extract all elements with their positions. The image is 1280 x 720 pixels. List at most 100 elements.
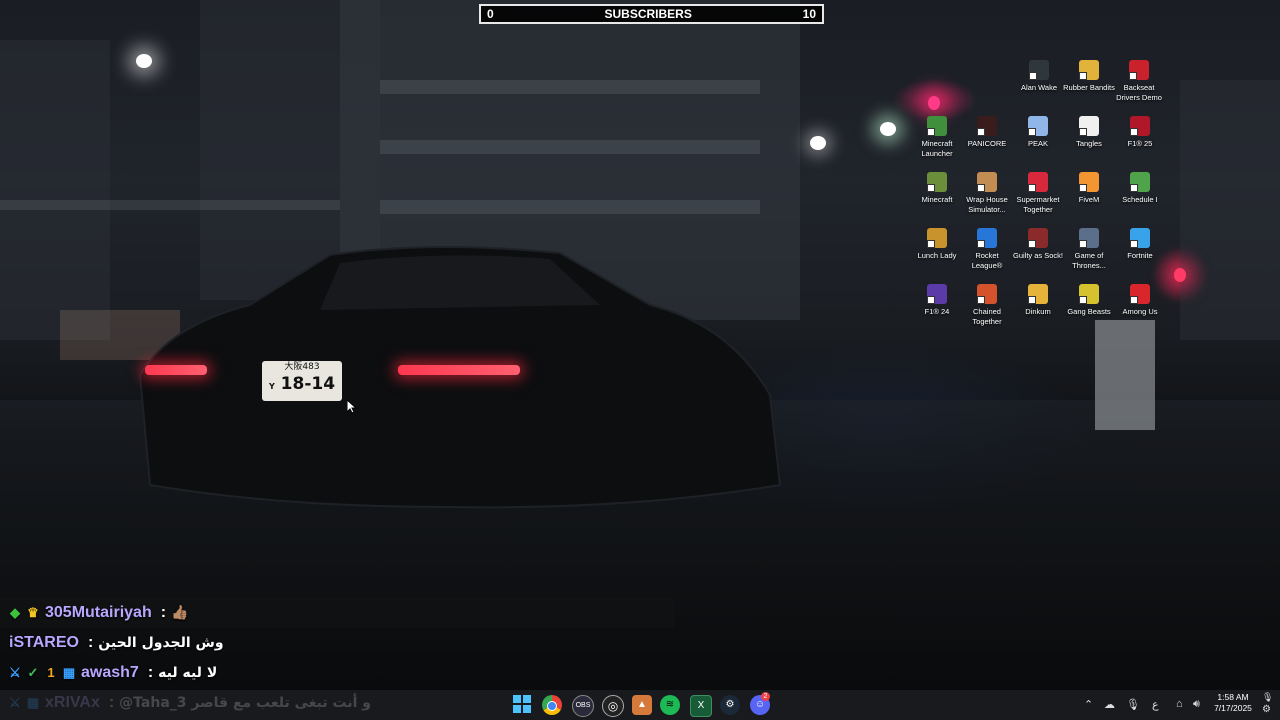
- desktop-shortcut[interactable]: F1® 25: [1114, 116, 1166, 149]
- subscriber-current: 0: [487, 7, 494, 21]
- streetlight: [136, 54, 152, 68]
- desktop-shortcut[interactable]: Rubber Bandits: [1063, 60, 1115, 93]
- lunch-lady-icon: [927, 228, 947, 248]
- desktop-shortcut-label: Game of Thrones...: [1072, 251, 1106, 270]
- crown-badge: ♛: [27, 605, 39, 620]
- desktop-shortcut[interactable]: Dinkum: [1012, 284, 1064, 317]
- desktop-shortcut[interactable]: Wrap House Simulator...: [961, 172, 1013, 215]
- desktop-shortcut[interactable]: Lunch Lady: [911, 228, 963, 261]
- car: [138, 245, 782, 509]
- chat-username[interactable]: awash7: [81, 664, 139, 682]
- microphone-icon[interactable]: 🎙︎: [1126, 698, 1140, 711]
- volume-icon[interactable]: 🔊︎: [1193, 698, 1200, 711]
- github-icon[interactable]: ◎: [602, 695, 624, 717]
- panicore-icon: [977, 116, 997, 136]
- desktop-shortcut[interactable]: Fortnite: [1114, 228, 1166, 261]
- discord-notification-badge: 2: [761, 692, 770, 701]
- windows-start-icon[interactable]: [512, 695, 532, 715]
- desktop-shortcut[interactable]: FiveM: [1063, 172, 1115, 205]
- desktop-shortcut[interactable]: Chained Together: [961, 284, 1013, 327]
- f1-24-icon: [927, 284, 947, 304]
- onedrive-icon[interactable]: ☁: [1104, 698, 1115, 711]
- guilty-as-sock-icon: [1028, 228, 1048, 248]
- desktop-shortcut-label: Rocket League®: [971, 251, 1003, 270]
- subscriber-goal-bar: 0 SUBSCRIBERS 10: [479, 4, 824, 24]
- peak-icon: [1028, 116, 1048, 136]
- backseat-drivers-icon: [1129, 60, 1149, 80]
- desktop-shortcut-label: Gang Beasts: [1067, 307, 1111, 316]
- fivem-icon: [1079, 172, 1099, 192]
- obs-icon[interactable]: OBS: [572, 695, 594, 717]
- chat-message-text: 👍🏽: [171, 605, 189, 621]
- desktop-shortcut[interactable]: Rocket League®: [961, 228, 1013, 271]
- window-row: [380, 80, 760, 94]
- desktop-shortcut-label: PEAK: [1027, 139, 1048, 148]
- spotify-icon[interactable]: ≋: [660, 695, 680, 715]
- desktop-shortcut-label: Guilty as Sock!: [1012, 251, 1064, 260]
- diamond-badge: ◆: [10, 605, 20, 620]
- grid-badge: ▦: [62, 665, 76, 680]
- subscriber-label: SUBSCRIBERS: [604, 7, 692, 21]
- desktop-shortcut-label: Dinkum: [1025, 307, 1051, 316]
- desktop-shortcut-label: PANICORE: [967, 139, 1007, 148]
- tangles-icon: [1079, 116, 1099, 136]
- chrome-icon[interactable]: [542, 695, 562, 715]
- desktop-shortcut[interactable]: Guilty as Sock!: [1012, 228, 1064, 261]
- supermarket-together-icon: [1028, 172, 1048, 192]
- tail-light-right: [398, 365, 520, 375]
- network-icon[interactable]: ⌂: [1176, 698, 1183, 710]
- language-indicator[interactable]: ع: [1152, 698, 1159, 711]
- tray-overflow-icon[interactable]: ⌃: [1084, 698, 1093, 711]
- window-row: [380, 200, 760, 214]
- chat-message-text: وش الجدول الحين: [98, 635, 224, 651]
- streetlight: [880, 122, 896, 136]
- desktop-shortcut-label: Tangles: [1076, 139, 1102, 148]
- desktop-shortcut[interactable]: Alan Wake: [1013, 60, 1065, 93]
- desktop-shortcut[interactable]: PEAK: [1012, 116, 1064, 149]
- chat-message-text: لا ليه ليه: [158, 665, 218, 681]
- subscriber-goal: 10: [802, 7, 816, 21]
- chat-separator: :: [87, 634, 94, 651]
- chat-username[interactable]: iSTAREO: [9, 634, 79, 652]
- chat-username[interactable]: 305Mutairiyah: [45, 604, 152, 622]
- sword-badge: ⚔: [9, 665, 21, 680]
- plate-prefix: Y: [268, 382, 275, 391]
- f1-25-icon: [1130, 116, 1150, 136]
- desktop-shortcut-label: Backseat Drivers Demo: [1116, 83, 1162, 102]
- excel-icon[interactable]: X: [690, 695, 712, 717]
- license-plate: 大阪483 Y 18-14: [262, 361, 342, 401]
- desktop-shortcut[interactable]: Supermarket Together: [1012, 172, 1064, 215]
- schedule-i-icon: [1130, 172, 1150, 192]
- desktop-shortcut[interactable]: PANICORE: [961, 116, 1013, 149]
- desktop-shortcut[interactable]: Minecraft Launcher: [911, 116, 963, 159]
- desktop-shortcut[interactable]: Backseat Drivers Demo: [1113, 60, 1165, 103]
- clock[interactable]: 1:58 AM 7/17/2025: [1210, 692, 1256, 714]
- fortnite-icon: [1130, 228, 1150, 248]
- desktop-shortcut[interactable]: F1® 24: [911, 284, 963, 317]
- desktop-shortcut-label: F1® 24: [924, 307, 950, 316]
- plate-number: 18-14: [280, 374, 336, 394]
- plate-region: 大阪483: [284, 362, 320, 372]
- desktop-shortcut[interactable]: Tangles: [1063, 116, 1115, 149]
- building: [0, 40, 110, 340]
- dinkum-icon: [1028, 284, 1048, 304]
- steam-icon[interactable]: ⚙: [720, 695, 740, 715]
- desktop-shortcut-label: F1® 25: [1127, 139, 1153, 148]
- desktop-shortcut[interactable]: Among Us: [1114, 284, 1166, 317]
- mouse-cursor-icon: [347, 400, 357, 414]
- desktop-shortcut[interactable]: Schedule I: [1114, 172, 1166, 205]
- vlc-icon[interactable]: ▲: [632, 695, 652, 715]
- window-row: [380, 140, 760, 154]
- game-of-thrones-icon: [1079, 228, 1099, 248]
- chat-message: ◆ ♛ 305Mutairiyah: 👍🏽: [0, 598, 675, 628]
- building: [1180, 80, 1280, 340]
- desktop-shortcut[interactable]: Minecraft: [911, 172, 963, 205]
- rocket-league-icon: [977, 228, 997, 248]
- desktop-shortcut[interactable]: Game of Thrones...: [1063, 228, 1115, 271]
- notification-icon[interactable]: ⚙: [1262, 704, 1271, 715]
- desktop-shortcut[interactable]: Gang Beasts: [1063, 284, 1115, 317]
- chat-message: iSTAREO: وش الجدول الحين: [0, 628, 675, 658]
- taskbar: OBS ◎ ▲ ≋ X ⚙ ☺ 2 ⌃ ☁ 🎙︎ ع ⌂ 🔊︎ 🎙︎ ⚙: [0, 690, 1280, 720]
- streetlight: [810, 136, 826, 150]
- desktop-shortcut-label: Minecraft Launcher: [921, 139, 953, 158]
